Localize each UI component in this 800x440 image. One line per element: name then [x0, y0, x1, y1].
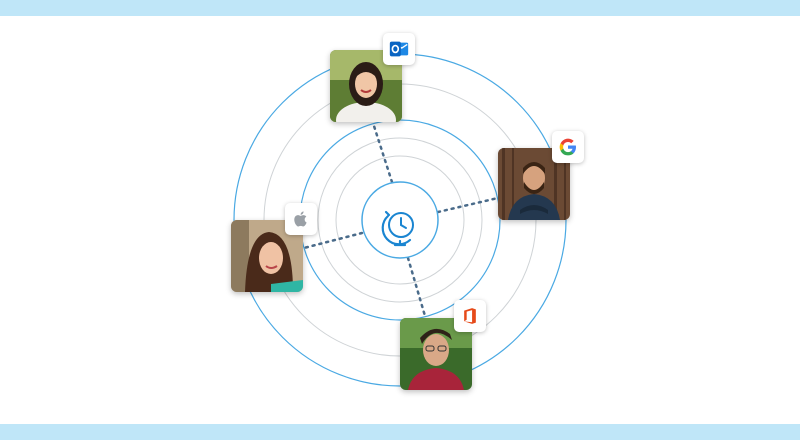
connector-right	[436, 196, 500, 214]
outlook-icon	[383, 33, 415, 65]
connector-bottom	[406, 256, 427, 318]
apple-icon	[285, 203, 317, 235]
google-icon	[552, 131, 584, 163]
office-icon	[454, 300, 486, 332]
globe-clock-icon	[362, 188, 440, 266]
bottom-band	[0, 424, 800, 440]
connector-left	[302, 231, 364, 250]
connector-top	[372, 124, 394, 184]
